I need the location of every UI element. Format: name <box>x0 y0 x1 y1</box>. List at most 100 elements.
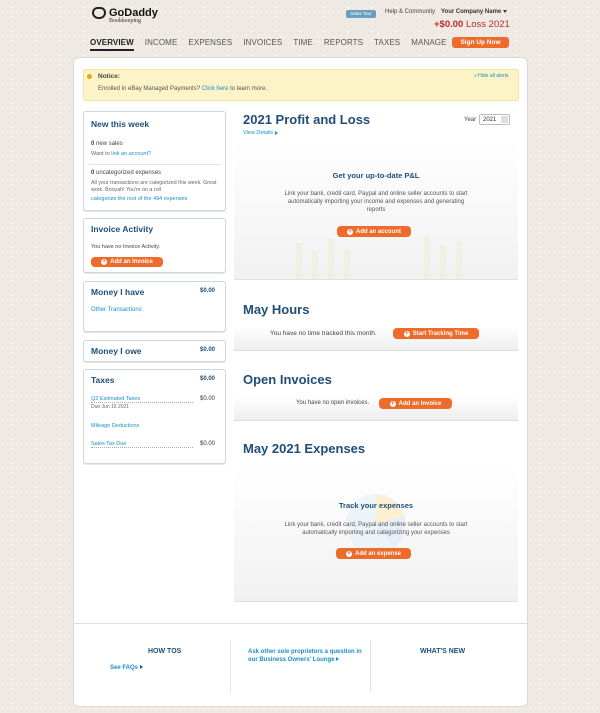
categorize-expenses-link[interactable]: categorize the rest of the 494 expenses <box>91 196 187 202</box>
get-pl-text: Link your bank, credit card, Paypal and … <box>284 191 468 213</box>
ghost-bar <box>344 249 350 279</box>
arrow-right-icon <box>275 130 279 135</box>
add-account-label: Add an account <box>355 228 401 235</box>
company-name: Your Company Name <box>441 9 502 15</box>
plus-icon: + <box>346 228 353 235</box>
godaddy-logo-icon <box>92 7 106 19</box>
help-community-link[interactable]: Help & Community <box>385 9 435 15</box>
money-i-owe-amount: $0.00 <box>200 347 216 353</box>
track-expenses-title: Track your expenses <box>338 501 414 510</box>
notice-title: Notice: <box>98 73 121 80</box>
money-i-have-amount: $0.00 <box>200 288 216 294</box>
sales-tax-due-link[interactable]: Sales Tax Due <box>91 441 193 448</box>
taxes-amount: $0.00 <box>200 376 216 382</box>
start-tracking-time-button[interactable]: + Start Tracking Time <box>393 328 479 339</box>
hours-empty: You have no time tracked this month. <box>270 330 377 337</box>
nav-overview[interactable]: OVERVIEW <box>90 38 134 51</box>
add-invoice-button[interactable]: + Add an Invoice <box>91 257 163 267</box>
want-to-text: Want to <box>91 151 110 157</box>
ghost-bar <box>312 251 318 279</box>
taxes-title: Taxes <box>91 375 115 385</box>
hours-title: May Hours <box>243 302 310 317</box>
nav-time[interactable]: TIME <box>293 38 313 51</box>
ghost-bar <box>296 243 302 279</box>
nav-income[interactable]: INCOME <box>145 38 178 51</box>
uncategorized-count: 0 <box>91 170 95 176</box>
uncategorized-text: All your transactions are categorized th… <box>91 180 217 193</box>
money-i-have-title: Money I have <box>91 287 145 297</box>
open-invoices-empty: You have no open invoices. <box>296 400 370 406</box>
year-select-value: 2021 <box>483 117 497 123</box>
divider <box>89 164 220 165</box>
add-invoice-label: Add an Invoice <box>110 259 153 265</box>
ghost-bar <box>456 241 462 279</box>
ghost-bar <box>328 239 334 279</box>
year-label: Year <box>464 117 477 123</box>
nav-manage[interactable]: MANAGE <box>411 38 446 51</box>
chevron-down-icon <box>503 9 508 13</box>
plus-icon: + <box>403 330 410 337</box>
nav-expenses[interactable]: EXPENSES <box>188 38 232 51</box>
nav-invoices[interactable]: INVOICES <box>243 38 282 51</box>
add-account-button[interactable]: + Add an account <box>337 226 411 237</box>
add-expense-button[interactable]: + Add an expense <box>336 548 411 559</box>
q2-estimated-taxes-link[interactable]: Q2 Estimated Taxes <box>91 396 193 403</box>
nav-reports[interactable]: REPORTS <box>324 38 363 51</box>
expenses-title: May 2021 Expenses <box>243 441 366 456</box>
plus-icon: + <box>389 400 396 407</box>
mileage-deductions-link[interactable]: Mileage Deductions <box>91 423 139 429</box>
sales-tour-button[interactable]: Sales Tour <box>346 10 376 18</box>
company-menu[interactable]: Your Company Name <box>441 9 508 15</box>
notice-banner <box>83 69 519 101</box>
footer-separator <box>230 640 231 692</box>
get-pl-title: Get your up-to-date P&L <box>332 171 420 180</box>
see-faqs-label: See FAQs <box>110 665 139 671</box>
notice-text-before: Enrolled in eBay Managed Payments? <box>98 86 201 92</box>
open-invoices-section <box>234 396 518 421</box>
ghost-bar <box>440 245 446 279</box>
profit-loss-summary: +$0.00 Loss 2021 <box>434 19 510 30</box>
view-details-link[interactable]: View Details <box>243 130 279 136</box>
uncategorized-label: uncategorized expenses <box>96 170 162 176</box>
pl-amount: +$0.00 <box>434 19 464 30</box>
new-this-week-title: New this week <box>91 119 150 129</box>
q2-due-date: Due Jun 15 2021 <box>91 404 130 410</box>
open-invoices-title: Open Invoices <box>243 372 332 387</box>
start-tracking-time-label: Start Tracking Time <box>412 330 469 337</box>
whats-new-title: WHAT'S NEW <box>420 648 466 655</box>
notice-click-here-link[interactable]: Click here <box>202 86 229 92</box>
track-expenses-text: Link your bank, credit card, Paypal and … <box>284 522 468 536</box>
link-account-link[interactable]: link an account? <box>111 151 151 157</box>
logo-subtitle: Bookkeeping <box>109 18 141 24</box>
nav-taxes[interactable]: TAXES <box>374 38 400 51</box>
footer-separator <box>370 640 371 692</box>
notice-text-after: to learn more. <box>230 86 268 92</box>
money-i-owe-title: Money I owe <box>91 346 142 356</box>
add-invoice-label: Add an Invoice <box>398 400 442 407</box>
howtos-title: HOW TOS <box>148 648 182 655</box>
invoice-activity-empty: You have no Invoice Activity. <box>91 244 161 250</box>
arrow-right-icon <box>336 657 340 662</box>
notice-icon <box>87 74 92 79</box>
other-transactions-link[interactable]: Other Transactions <box>91 307 142 313</box>
footer-divider <box>74 623 527 624</box>
new-sales-label: new sales <box>96 141 123 147</box>
year-select[interactable]: 2021 <box>479 114 510 125</box>
pl-label: Loss 2021 <box>465 19 510 30</box>
sales-tax-due-amount: $0.00 <box>200 441 216 447</box>
hide-all-alerts-link[interactable]: » Hide all alerts <box>474 73 508 79</box>
main-nav: OVERVIEW INCOME EXPENSES INVOICES TIME R… <box>90 38 458 51</box>
plus-icon: + <box>345 550 352 557</box>
profit-loss-title: 2021 Profit and Loss <box>243 112 371 127</box>
add-expense-label: Add an expense <box>354 550 401 557</box>
new-sales-line: 0 new sales <box>91 141 123 147</box>
add-invoice-button-2[interactable]: + Add an Invoice <box>379 398 452 409</box>
sign-up-button[interactable]: Sign Up Now <box>452 37 509 48</box>
business-owners-lounge-link[interactable]: Ask other sole proprietors a question in… <box>248 648 366 664</box>
see-faqs-link[interactable]: See FAQs <box>110 665 144 671</box>
uncategorized-line: 0 uncategorized expenses <box>91 170 161 176</box>
lounge-text: Ask other sole proprietors a question in… <box>248 649 362 663</box>
ghost-bar <box>424 235 430 279</box>
logo-text: GoDaddy <box>109 7 158 19</box>
invoice-activity-title: Invoice Activity <box>91 224 154 234</box>
